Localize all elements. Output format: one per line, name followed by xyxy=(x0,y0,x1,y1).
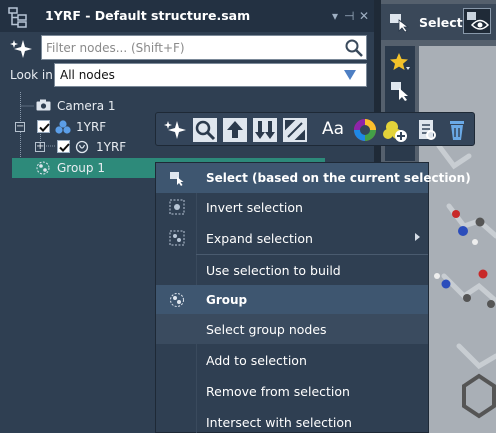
context-menu: Select (based on the current selection) … xyxy=(155,162,471,433)
visibility-checkbox[interactable] xyxy=(37,120,50,133)
group-icon xyxy=(170,293,184,307)
panel-header: 1YRF - Default structure.sam ▾ ⊣ ✕ xyxy=(0,0,374,32)
sparkle-icon[interactable] xyxy=(9,38,35,60)
submenu-arrow-icon xyxy=(415,233,420,241)
look-in-value: All nodes xyxy=(60,68,115,82)
group-icon xyxy=(36,161,50,175)
select-tool-bar: Select xyxy=(381,4,496,40)
menu-item-add-to-selection[interactable]: Add to selection xyxy=(156,345,428,375)
filter-box xyxy=(41,35,367,60)
look-in-select[interactable]: All nodes xyxy=(54,63,367,87)
tree-item-label: Group 1 xyxy=(57,161,105,175)
menu-header-label: Group xyxy=(206,293,248,307)
visibility-checkbox[interactable] xyxy=(57,140,70,153)
zoom-icon[interactable] xyxy=(192,117,218,143)
menu-header-label: Select (based on the current selection) xyxy=(206,171,471,185)
camera-icon xyxy=(36,99,51,111)
menu-item-label: Intersect with selection xyxy=(206,415,352,430)
filter-row xyxy=(0,32,374,62)
close-icon[interactable]: ✕ xyxy=(359,9,369,23)
chevron-down-icon xyxy=(344,70,356,80)
menu-item-label: Expand selection xyxy=(206,231,313,246)
select-label: Select xyxy=(419,15,463,30)
color-wheel-icon[interactable] xyxy=(352,117,378,143)
expand-icon[interactable]: + xyxy=(35,142,45,152)
sparkle-icon[interactable] xyxy=(162,117,188,143)
menu-item-invert-selection[interactable]: Invert selection xyxy=(156,192,428,222)
molecule-viewport[interactable] xyxy=(419,46,496,433)
tree-item-label: 1YRF xyxy=(76,120,107,134)
tree-item-label: 1YRF xyxy=(96,140,127,154)
pin-icon[interactable]: ⊣ xyxy=(344,9,354,23)
search-icon[interactable] xyxy=(344,38,364,58)
add-to-selection-icon[interactable] xyxy=(382,117,408,143)
panel-title: 1YRF - Default structure.sam xyxy=(45,8,251,23)
select-cursor-icon[interactable] xyxy=(389,80,411,102)
menu-item-label: Remove from selection xyxy=(206,384,350,399)
menu-item-intersect-with-selection[interactable]: Intersect with selection xyxy=(156,407,428,433)
molecule-icon xyxy=(55,120,71,134)
quick-toolbar: Aa xyxy=(155,112,475,146)
text-icon[interactable]: Aa xyxy=(322,119,344,139)
arrows-updown-icon[interactable] xyxy=(252,117,278,143)
look-in-row: Look in All nodes xyxy=(0,63,374,87)
eye-icon xyxy=(467,12,490,30)
menu-item-select-group-nodes[interactable]: Select group nodes xyxy=(156,314,428,344)
delete-icon[interactable] xyxy=(444,117,470,143)
menu-item-label: Select group nodes xyxy=(206,322,327,337)
favorite-star-icon[interactable] xyxy=(389,52,411,72)
select-cursor-icon xyxy=(170,172,184,186)
menu-item-remove-from-selection[interactable]: Remove from selection xyxy=(156,376,428,406)
menu-item-label: Invert selection xyxy=(206,200,303,215)
collapse-icon[interactable]: − xyxy=(15,122,25,132)
menu-item-label: Use selection to build xyxy=(206,263,341,278)
fit-icon[interactable] xyxy=(282,117,308,143)
menu-item-expand-selection[interactable]: Expand selection xyxy=(156,223,428,253)
menu-dropdown-icon[interactable]: ▾ xyxy=(332,9,338,23)
menu-item-use-selection-to-build[interactable]: Use selection to build xyxy=(156,255,428,285)
document-tree-icon xyxy=(8,7,27,28)
inspect-icon[interactable] xyxy=(414,117,440,143)
look-in-label: Look in xyxy=(10,68,53,82)
tree-item-label: Camera 1 xyxy=(57,99,116,113)
menu-header-select: Select (based on the current selection) xyxy=(156,163,471,193)
menu-item-label: Add to selection xyxy=(206,353,307,368)
menu-header-group: Group xyxy=(156,285,428,315)
expand-icon xyxy=(169,230,185,246)
chain-icon xyxy=(75,140,89,154)
select-cursor-icon[interactable] xyxy=(389,12,411,32)
visibility-mode-button[interactable] xyxy=(463,8,491,34)
invert-icon xyxy=(169,199,185,215)
arrow-up-icon[interactable] xyxy=(222,117,248,143)
filter-nodes-input[interactable] xyxy=(46,39,336,56)
